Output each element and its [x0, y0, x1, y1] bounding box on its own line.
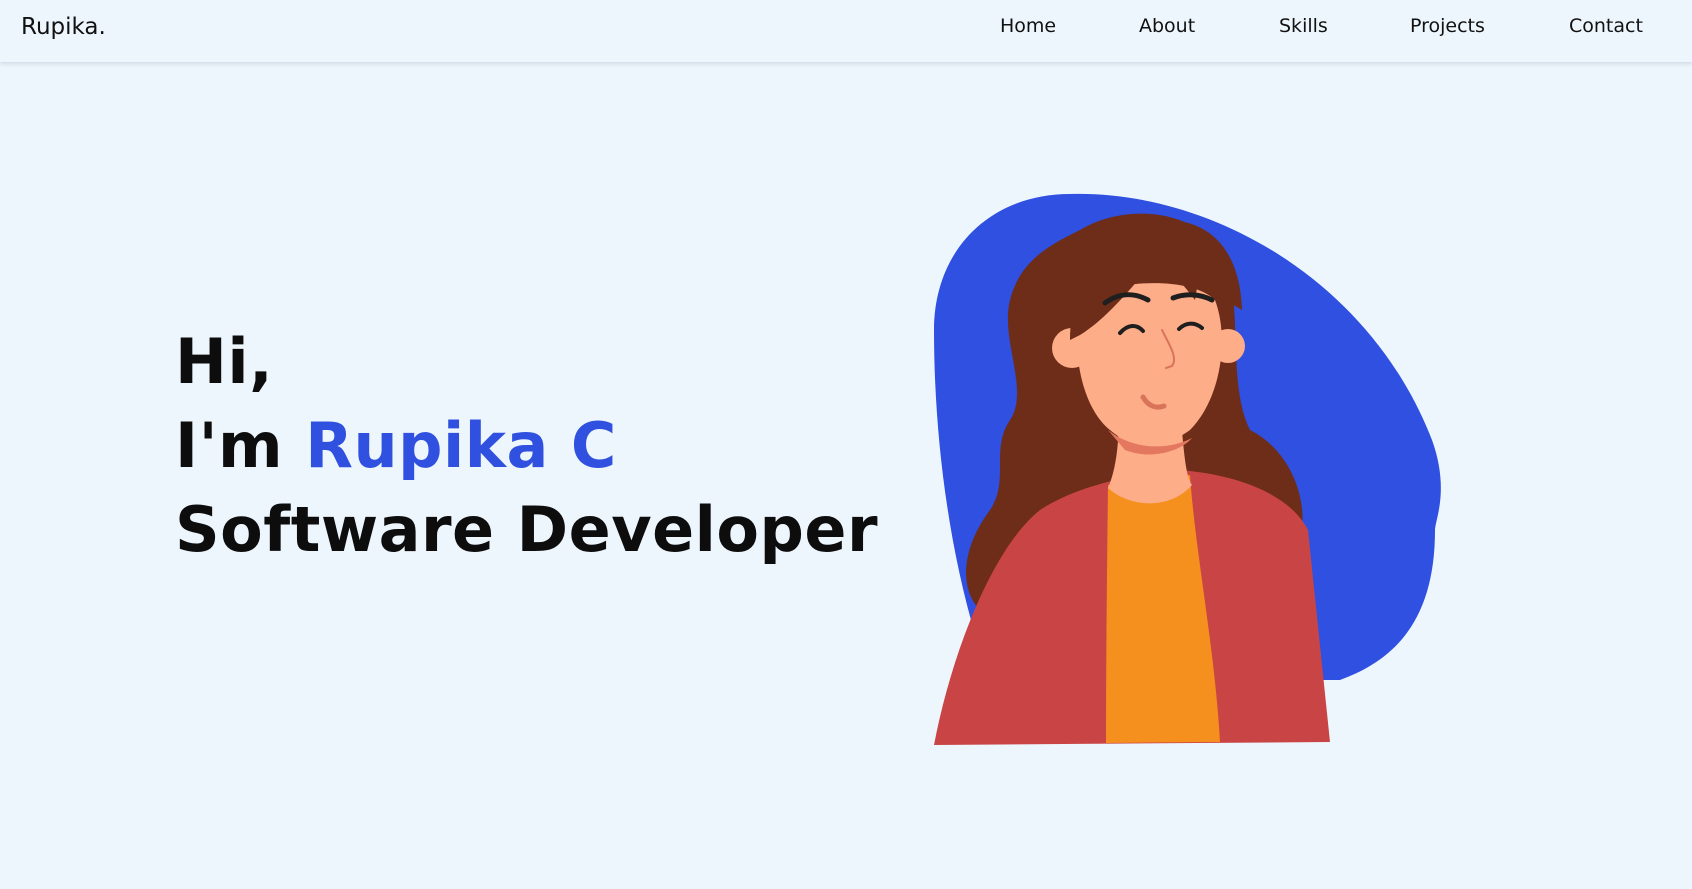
- navbar: Rupika. Home About Skills Projects Conta…: [0, 0, 1692, 62]
- hero-intro-prefix: I'm: [175, 409, 284, 482]
- right-ear: [1211, 329, 1245, 363]
- nav-contact-link[interactable]: Contact: [1569, 15, 1643, 37]
- site-logo[interactable]: Rupika.: [21, 14, 106, 40]
- hero-name: Rupika C: [305, 409, 617, 482]
- nav-home-link[interactable]: Home: [1000, 15, 1056, 37]
- hero-intro: I'm Rupika C: [175, 404, 878, 488]
- nav-projects-link[interactable]: Projects: [1410, 15, 1485, 37]
- hero-role: Software Developer: [175, 493, 879, 566]
- person-avatar-illustration: [934, 193, 1441, 745]
- nav-skills-link[interactable]: Skills: [1279, 15, 1328, 37]
- hero-greeting: Hi,: [175, 325, 274, 398]
- hero-heading: Hi, I'm Rupika C Software Developer: [175, 320, 878, 572]
- nav-about-link[interactable]: About: [1139, 15, 1195, 37]
